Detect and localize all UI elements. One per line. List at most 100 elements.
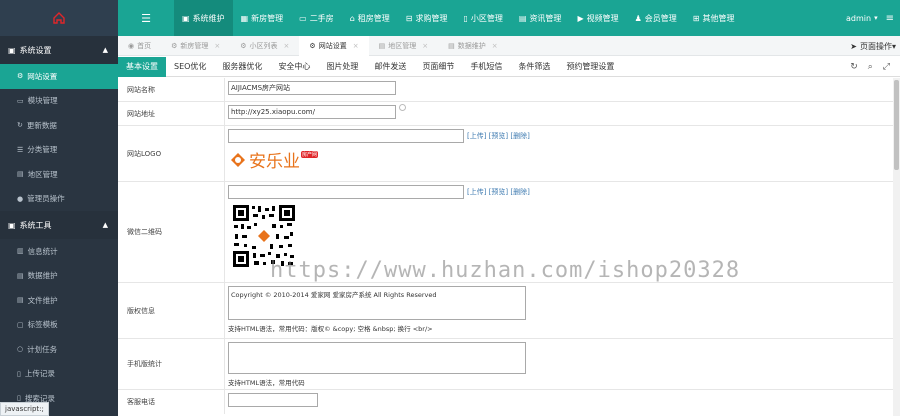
status-bar-tooltip: javascript:; [0, 402, 49, 416]
field-label: 网站地址 [118, 102, 225, 125]
sidebar-item-icon: ▭ [17, 96, 24, 105]
nav-item[interactable]: ▦ 新房管理 [233, 0, 292, 36]
field-label: 微信二维码 [118, 182, 225, 282]
logo-upload-links[interactable]: [上传] [预览] [删除] [467, 131, 530, 141]
sidebar-item[interactable]: ↻ 更新数据 [0, 113, 118, 138]
settings-subtab[interactable]: 服务器优化 [214, 57, 270, 77]
refresh-icon[interactable]: ↻ [850, 62, 858, 72]
nav-item-label: 小区管理 [470, 13, 503, 23]
settings-subtab[interactable]: 手机短信 [462, 57, 510, 77]
sidebar-item-icon: ▤ [17, 170, 24, 179]
logo[interactable] [0, 0, 118, 36]
sidebar-item-label: 文件维护 [27, 295, 58, 305]
nav-item[interactable]: ⊟ 求购管理 [398, 0, 456, 36]
copyright-textarea[interactable]: Copyright © 2010-2014 爱家网 爱家房产系统 All Rig… [228, 286, 526, 320]
page-operations-label: 页面操作 [859, 41, 892, 51]
sidebar-item[interactable]: ▢ 标签模板 [0, 313, 118, 338]
sidebar-section-system-settings[interactable]: ▣ 系统设置 ▲ [0, 36, 118, 64]
sidebar: ▣ 系统设置 ▲ ⚙ 网站设置 ▭ 模块管理 ↻ 更新数据 ☰ 分类管理 ▤ 地区管理 ● 管理员操作… [0, 36, 118, 416]
chevron-up-icon: ▲ [102, 46, 108, 54]
nav-item-label: 系统维护 [192, 13, 225, 23]
search-icon[interactable]: ⌕ [868, 62, 873, 72]
settings-subtab[interactable]: SEO优化 [166, 57, 214, 77]
sidebar-item[interactable]: ○ 计划任务 [0, 337, 118, 362]
sidebar-item[interactable]: ⚙ 网站设置 [0, 64, 118, 89]
tab-icon: ◉ [128, 41, 135, 50]
service-phone-input[interactable] [228, 393, 318, 407]
sidebar-item[interactable]: ▤ 数据维护 [0, 264, 118, 289]
nav-item[interactable]: ▶ 视频管理 [569, 0, 626, 36]
nav-item[interactable]: ▤ 资讯管理 [511, 0, 570, 36]
tab-label: 地区管理 [388, 41, 417, 50]
sidebar-item-icon: ○ [17, 345, 24, 354]
expand-icon[interactable]: ⤢ [883, 62, 890, 72]
settings-subtab[interactable]: 基本设置 [118, 56, 166, 77]
mobile-stats-hint: 支持HTML语法，常用代码 [228, 379, 305, 387]
page-tab[interactable]: ◉ 首页 [118, 36, 161, 56]
sidebar-item-label: 管理员操作 [27, 194, 65, 204]
sidebar-item[interactable]: ● 管理员操作 [0, 187, 118, 212]
mobile-stats-textarea[interactable] [228, 342, 526, 374]
page-operations-button[interactable]: ➤ 页面操作 ▾ [850, 36, 896, 56]
logo-brand-text: 安乐业 [249, 152, 300, 172]
admin-username: admin [846, 13, 872, 23]
qr-upload-links[interactable]: [上传] [预览] [删除] [467, 187, 530, 197]
settings-subtab[interactable]: 安全中心 [270, 57, 318, 77]
nav-item[interactable]: ▣ 系统维护 [174, 0, 233, 36]
sidebar-item-label: 数据维护 [27, 271, 58, 281]
sidebar-item[interactable]: ▥ 信息统计 [0, 239, 118, 264]
sidebar-item-label: 计划任务 [27, 344, 58, 354]
sidebar-item-label: 标签模板 [27, 320, 58, 330]
settings-subtab[interactable]: 页面细节 [414, 57, 462, 77]
nav-item-icon: ▣ [182, 13, 190, 23]
scrollbar-thumb[interactable] [894, 80, 899, 170]
page-tab[interactable]: ▤ 地区管理 × [369, 36, 439, 56]
watermark-text: https://www.huzhan.com/ishop20328 [270, 258, 741, 283]
chevron-up-icon: ▲ [102, 221, 108, 229]
qr-path-input[interactable] [228, 185, 464, 199]
close-icon[interactable]: × [284, 42, 290, 50]
nav-item-icon: ⌂ [349, 13, 355, 23]
toolbar-icons: ↻ ⌕ ⤢ [850, 57, 890, 77]
tab-label: 网站设置 [318, 41, 347, 50]
nav-item-icon: ▭ [299, 13, 307, 23]
sidebar-item[interactable]: ▤ 文件维护 [0, 288, 118, 313]
nav-item[interactable]: ▯ 小区管理 [455, 0, 510, 36]
nav-item[interactable]: ▭ 二手房 [291, 0, 342, 36]
vertical-scrollbar[interactable] [893, 78, 900, 416]
page-tab[interactable]: ▤ 数据维护 × [438, 36, 508, 56]
hamburger-icon[interactable]: ≡ [886, 13, 894, 24]
close-icon[interactable]: × [214, 42, 220, 50]
sidebar-item[interactable]: ▯ 上传记录 [0, 362, 118, 387]
nav-item[interactable]: ♟ 会员管理 [627, 0, 685, 36]
close-icon[interactable]: × [492, 42, 498, 50]
tab-label: 首页 [137, 41, 152, 50]
sidebar-item-label: 上传记录 [24, 369, 55, 379]
sidebar-section-system-tools[interactable]: ▣ 系统工具 ▲ [0, 211, 118, 239]
close-icon[interactable]: × [422, 42, 428, 50]
page-tab[interactable]: ⚙ 网站设置 × [299, 35, 369, 56]
tab-icon: ⚙ [240, 41, 247, 50]
settings-subtab[interactable]: 条件筛选 [510, 57, 558, 77]
menu-toggle-button[interactable]: ☰ [118, 0, 174, 36]
admin-menu[interactable]: admin ▾ ≡ [846, 0, 894, 36]
settings-subtab[interactable]: 图片处理 [318, 57, 366, 77]
settings-subtab[interactable]: 预约管理设置 [558, 57, 622, 77]
site-name-input[interactable]: AIJIACMS房产网站 [228, 81, 396, 95]
nav-item[interactable]: ⊞ 其他管理 [685, 0, 743, 36]
menu-icon: ☰ [141, 11, 151, 25]
settings-subtab[interactable]: 邮件发送 [366, 57, 414, 77]
site-url-input[interactable]: http://xy25.xiaopu.com/ [228, 105, 396, 119]
field-label: 手机版统计 [118, 339, 225, 389]
sidebar-item[interactable]: ▤ 地区管理 [0, 162, 118, 187]
nav-item-icon: ▦ [240, 13, 249, 23]
sidebar-item[interactable]: ☰ 分类管理 [0, 138, 118, 163]
nav-item[interactable]: ⌂ 租房管理 [342, 0, 398, 36]
nav-item-icon: ▯ [463, 13, 468, 23]
logo-path-input[interactable] [228, 129, 464, 143]
page-tab[interactable]: ⚙ 小区列表 × [230, 36, 299, 56]
sidebar-item-label: 分类管理 [27, 145, 58, 155]
sidebar-item[interactable]: ▭ 模块管理 [0, 89, 118, 114]
page-tab[interactable]: ⚙ 新房管理 × [161, 36, 230, 56]
close-icon[interactable]: × [353, 42, 359, 50]
